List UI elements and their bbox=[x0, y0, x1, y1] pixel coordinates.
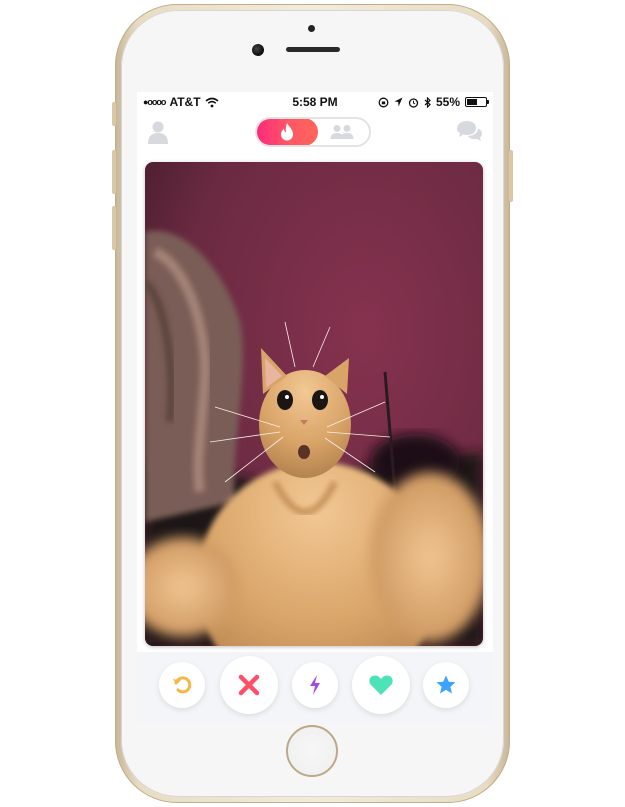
social-mode-tab[interactable] bbox=[327, 122, 357, 142]
proximity-sensor bbox=[308, 25, 315, 32]
app-screen: ●oooo AT&T 5:58 PM 55% bbox=[137, 92, 493, 724]
action-bar bbox=[137, 652, 493, 724]
profile-card[interactable] bbox=[145, 162, 483, 646]
swipe-mode-tab[interactable] bbox=[257, 119, 318, 145]
status-right: 55% bbox=[378, 95, 489, 109]
status-bar: ●oooo AT&T 5:58 PM 55% bbox=[137, 92, 493, 112]
front-camera bbox=[252, 44, 264, 56]
alarm-icon bbox=[408, 97, 419, 108]
messages-button[interactable] bbox=[455, 119, 483, 145]
mute-switch bbox=[112, 102, 116, 126]
nope-icon bbox=[238, 674, 260, 696]
super-like-button[interactable] bbox=[423, 662, 469, 708]
top-navigation bbox=[137, 114, 493, 152]
battery-icon bbox=[465, 97, 489, 107]
location-arrow-icon bbox=[394, 97, 403, 107]
rewind-button[interactable] bbox=[159, 662, 205, 708]
boost-button[interactable] bbox=[292, 662, 338, 708]
battery-percent: 55% bbox=[435, 95, 460, 109]
flame-icon bbox=[281, 123, 293, 141]
boost-icon bbox=[310, 675, 320, 695]
home-button[interactable] bbox=[286, 725, 338, 777]
super-like-icon bbox=[436, 675, 456, 694]
like-button[interactable] bbox=[352, 656, 410, 714]
volume-up-button bbox=[112, 150, 116, 194]
cat-selfie-photo bbox=[145, 162, 483, 646]
profile-icon bbox=[148, 121, 168, 144]
profile-button[interactable] bbox=[145, 119, 171, 145]
like-icon bbox=[369, 675, 393, 695]
volume-down-button bbox=[112, 206, 116, 250]
earpiece-speaker bbox=[286, 47, 340, 52]
mode-toggle[interactable] bbox=[255, 117, 371, 147]
battery-level-fill bbox=[467, 99, 477, 105]
rewind-icon bbox=[173, 676, 192, 694]
group-icon bbox=[330, 125, 354, 139]
power-button bbox=[509, 150, 513, 202]
bluetooth-icon bbox=[424, 96, 431, 108]
messages-icon bbox=[457, 121, 482, 141]
rotation-lock-icon bbox=[378, 97, 389, 107]
nope-button[interactable] bbox=[220, 656, 278, 714]
